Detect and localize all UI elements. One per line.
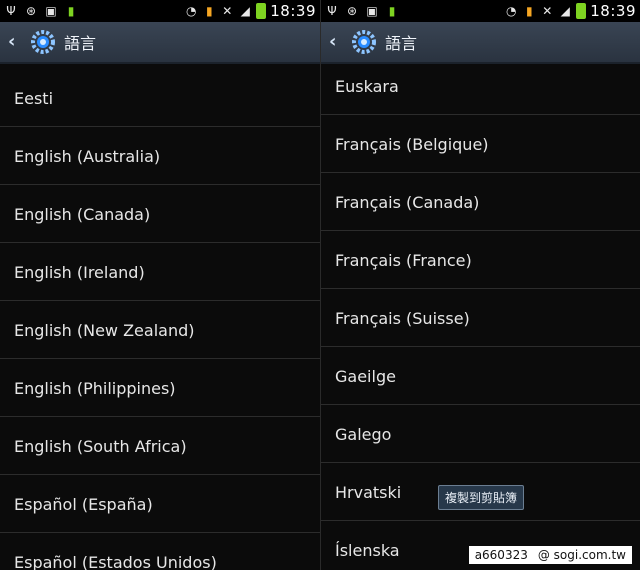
status-bar: Ψ ⊛ ▣ ▮ ◔ ▮ ✕ ◢ 18:39: [321, 0, 640, 22]
watermark-user: a660323: [474, 548, 528, 562]
no-sim-icon: ✕: [222, 4, 233, 18]
image-icon: ▣: [45, 4, 57, 18]
list-item[interactable]: English (Ireland): [0, 244, 320, 301]
watermark-site: @ sogi.com.tw: [537, 548, 626, 562]
language-list[interactable]: Eesti English (Australia) English (Canad…: [0, 66, 320, 570]
screenshot-wrapper: Ψ ⊛ ▣ ▮ ◔ ▮ ✕ ◢ 18:39 ‹ 語言 Eesti English…: [0, 0, 640, 570]
list-item[interactable]: Français (Suisse): [321, 290, 640, 347]
list-item[interactable]: Español (España): [0, 476, 320, 533]
page-title: 語言: [64, 34, 97, 53]
back-chevron-icon[interactable]: ‹: [8, 33, 22, 51]
list-item[interactable]: Gaeilge: [321, 348, 640, 405]
image-icon: ▣: [366, 4, 378, 18]
page-title: 語言: [385, 34, 418, 53]
list-item[interactable]: English (New Zealand): [0, 302, 320, 359]
list-item[interactable]: Español (Estados Unidos): [0, 534, 320, 570]
no-sim-icon: ✕: [542, 4, 553, 18]
copy-to-clipboard-tooltip[interactable]: 複製到剪貼簿: [438, 485, 525, 510]
wifi-icon: ◔: [506, 4, 517, 18]
notification-icon: ▮: [205, 4, 213, 18]
list-item[interactable]: Galego: [321, 406, 640, 463]
left-phone-screen: Ψ ⊛ ▣ ▮ ◔ ▮ ✕ ◢ 18:39 ‹ 語言 Eesti English…: [0, 0, 320, 570]
notification-icon: ▮: [525, 4, 533, 18]
list-item[interactable]: Français (Canada): [321, 174, 640, 231]
battery-icon: [256, 3, 267, 19]
list-item[interactable]: English (Canada): [0, 186, 320, 243]
signal-icon: ◢: [560, 4, 570, 18]
settings-gear-icon[interactable]: [349, 27, 379, 57]
list-item[interactable]: Français (France): [321, 232, 640, 289]
usb-icon: Ψ: [327, 4, 337, 18]
status-time: 18:39: [270, 2, 316, 20]
usb-icon: Ψ: [6, 4, 16, 18]
status-time: 18:39: [590, 2, 636, 20]
signal-icon: ◢: [240, 4, 250, 18]
battery-icon: [576, 3, 587, 19]
status-bar: Ψ ⊛ ▣ ▮ ◔ ▮ ✕ ◢ 18:39: [0, 0, 320, 22]
list-item[interactable]: English (Philippines): [0, 360, 320, 417]
list-item[interactable]: English (Australia): [0, 128, 320, 185]
steering-icon: ⊛: [25, 4, 37, 18]
android-icon: ▮: [67, 4, 75, 18]
android-icon: ▮: [388, 4, 396, 18]
settings-gear-icon[interactable]: [28, 27, 58, 57]
action-bar: ‹ 語言: [0, 22, 320, 64]
list-item[interactable]: Eesti: [0, 70, 320, 127]
back-chevron-icon[interactable]: ‹: [329, 33, 343, 51]
list-item[interactable]: Français (Belgique): [321, 116, 640, 173]
wifi-icon: ◔: [186, 4, 197, 18]
list-item[interactable]: Euskara: [321, 58, 640, 115]
list-item[interactable]: English (South Africa): [0, 418, 320, 475]
watermark: a660323 @ sogi.com.tw: [468, 546, 632, 564]
steering-icon: ⊛: [346, 4, 358, 18]
